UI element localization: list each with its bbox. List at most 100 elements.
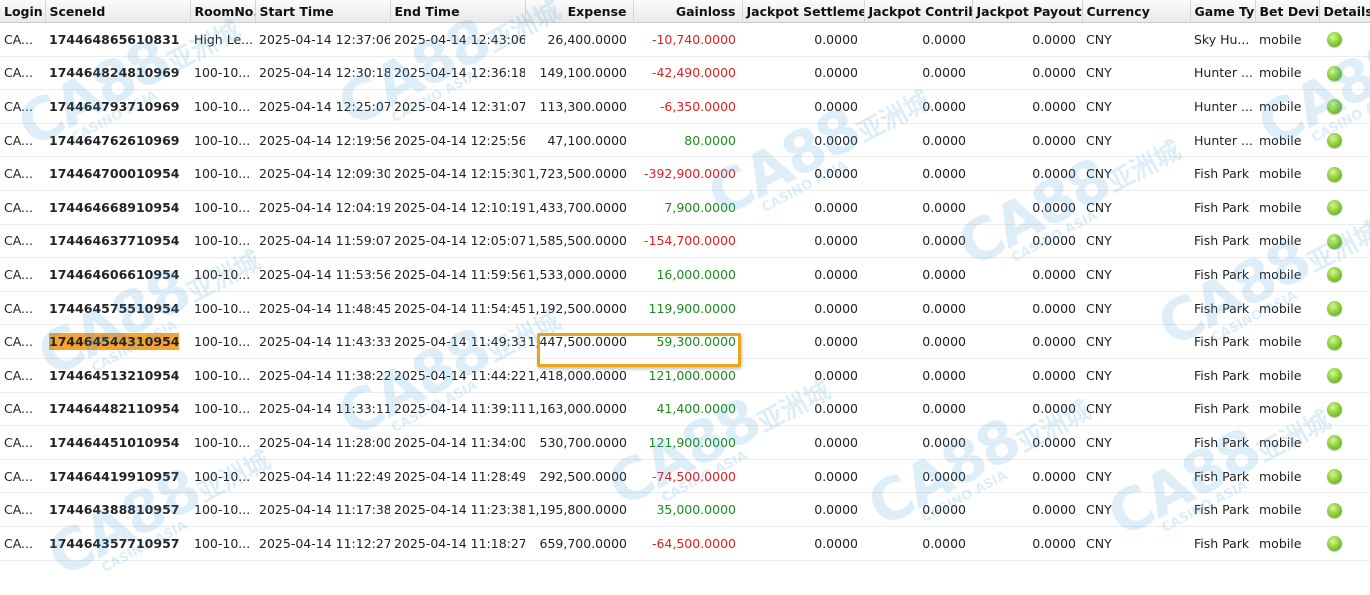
cell-details [1319, 526, 1370, 561]
table-row[interactable]: CA... 174464388810957 100-10... 2025-04-14 … [0, 492, 1370, 527]
table-row[interactable]: CA... 174464793710969 100-10... 2025-04-14 … [0, 89, 1370, 124]
col-header-gainloss[interactable]: Gainloss [633, 0, 743, 23]
table-row[interactable]: CA... 174464762610969 100-10... 2025-04-14 … [0, 123, 1370, 158]
cell-jackpot-payout: 0.0000 [972, 324, 1082, 359]
details-icon[interactable] [1327, 233, 1342, 249]
table-row[interactable]: CA... 174464575510954 100-10... 2025-04-14 … [0, 291, 1370, 326]
cell-game-type: Hunter ... [1190, 89, 1255, 124]
cell-end-time: 2025-04-14 11:18:27 [390, 526, 525, 561]
cell-expense: 1,447,500.0000 [525, 324, 633, 359]
cell-currency: CNY [1082, 89, 1190, 124]
cell-bet-device: mobile [1255, 22, 1319, 57]
cell-game-type: Fish Park [1190, 459, 1255, 494]
cell-currency: CNY [1082, 190, 1190, 225]
cell-bet-device: mobile [1255, 324, 1319, 359]
col-header-end-time[interactable]: End Time [390, 0, 526, 23]
table-row[interactable]: CA... 174464606610954 100-10... 2025-04-14 … [0, 257, 1370, 292]
cell-expense: 1,192,500.0000 [525, 291, 633, 326]
table-row[interactable]: CA... 174464544310954 100-10... 2025-04-14 … [0, 324, 1370, 359]
col-header-jackpot-settlement[interactable]: Jackpot Settlement [742, 0, 865, 23]
cell-gainloss: 7,900.0000 [633, 190, 742, 225]
details-icon[interactable] [1327, 301, 1342, 317]
cell-bet-device: mobile [1255, 123, 1319, 158]
cell-jackpot-payout: 0.0000 [972, 22, 1082, 57]
col-header-bet-device[interactable]: Bet Devic [1255, 0, 1320, 23]
details-icon[interactable] [1327, 435, 1342, 451]
cell-login: CA... [0, 459, 45, 494]
col-header-currency[interactable]: Currency [1082, 0, 1191, 23]
cell-currency: CNY [1082, 156, 1190, 191]
table-row[interactable]: CA... 174464451010954 100-10... 2025-04-14 … [0, 425, 1370, 460]
table-row[interactable]: CA... 174464824810969 100-10... 2025-04-14 … [0, 56, 1370, 91]
cell-expense: 1,195,800.0000 [525, 492, 633, 527]
table-row[interactable]: CA... 174464482110954 100-10... 2025-04-14 … [0, 392, 1370, 427]
cell-room-no: 100-10... [190, 56, 255, 91]
table-row[interactable]: CA... 174464637710954 100-10... 2025-04-14 … [0, 224, 1370, 259]
cell-details [1319, 291, 1370, 326]
details-icon[interactable] [1327, 334, 1342, 350]
table-row[interactable]: CA... 174464700010954 100-10... 2025-04-14 … [0, 156, 1370, 191]
col-header-game-type[interactable]: Game Typ [1190, 0, 1256, 23]
details-icon[interactable] [1327, 469, 1342, 485]
cell-jackpot-contribution: 0.0000 [864, 123, 972, 158]
details-icon[interactable] [1327, 267, 1342, 283]
cell-end-time: 2025-04-14 12:25:56 [390, 123, 525, 158]
cell-game-type: Hunter ... [1190, 123, 1255, 158]
cell-gainloss: -6,350.0000 [633, 89, 742, 124]
cell-jackpot-payout: 0.0000 [972, 156, 1082, 191]
cell-scene-id: 174464575510954 [45, 291, 190, 326]
cell-end-time: 2025-04-14 12:10:19 [390, 190, 525, 225]
cell-room-no: 100-10... [190, 224, 255, 259]
col-header-sceneid[interactable]: SceneId [45, 0, 191, 23]
cell-bet-device: mobile [1255, 156, 1319, 191]
col-header-login[interactable]: Login [0, 0, 46, 23]
details-icon[interactable] [1327, 502, 1342, 518]
table-row[interactable]: CA... 174464513210954 100-10... 2025-04-14 … [0, 358, 1370, 393]
cell-details [1319, 358, 1370, 393]
col-header-details[interactable]: Details [1319, 0, 1370, 23]
cell-jackpot-contribution: 0.0000 [864, 156, 972, 191]
details-icon[interactable] [1327, 32, 1342, 48]
cell-details [1319, 425, 1370, 460]
table-row[interactable]: CA... 174464668910954 100-10... 2025-04-14 … [0, 190, 1370, 225]
cell-bet-device: mobile [1255, 190, 1319, 225]
cell-jackpot-payout: 0.0000 [972, 425, 1082, 460]
details-icon[interactable] [1327, 368, 1342, 384]
details-icon[interactable] [1327, 536, 1342, 552]
cell-end-time: 2025-04-14 11:59:56 [390, 257, 525, 292]
col-header-roomno[interactable]: RoomNo... [190, 0, 256, 23]
cell-jackpot-settlement: 0.0000 [742, 224, 864, 259]
cell-expense: 530,700.0000 [525, 425, 633, 460]
details-icon[interactable] [1327, 401, 1342, 417]
cell-expense: 1,533,000.0000 [525, 257, 633, 292]
cell-game-type: Fish Park [1190, 492, 1255, 527]
col-header-jackpot-payout[interactable]: Jackpot Payout [972, 0, 1083, 23]
details-icon[interactable] [1327, 200, 1342, 216]
table-row[interactable]: CA... 174464865610831 High Le... 2025-04-14… [0, 22, 1370, 57]
cell-start-time: 2025-04-14 11:12:27 [255, 526, 390, 561]
cell-room-no: 100-10... [190, 425, 255, 460]
cell-scene-id: 174464700010954 [45, 156, 190, 191]
col-header-start-time[interactable]: Start Time [255, 0, 391, 23]
cell-jackpot-payout: 0.0000 [972, 358, 1082, 393]
cell-room-no: 100-10... [190, 459, 255, 494]
cell-expense: 149,100.0000 [525, 56, 633, 91]
details-icon[interactable] [1327, 99, 1342, 115]
table-row[interactable]: CA... 174464419910957 100-10... 2025-04-14 … [0, 459, 1370, 494]
cell-start-time: 2025-04-14 11:53:56 [255, 257, 390, 292]
details-icon[interactable] [1327, 65, 1342, 81]
cell-currency: CNY [1082, 425, 1190, 460]
cell-jackpot-settlement: 0.0000 [742, 291, 864, 326]
details-icon[interactable] [1327, 133, 1342, 149]
col-header-jackpot-contribution[interactable]: Jackpot Contribu [864, 0, 973, 23]
cell-gainloss: 121,900.0000 [633, 425, 742, 460]
cell-jackpot-payout: 0.0000 [972, 459, 1082, 494]
table-row[interactable]: CA... 174464357710957 100-10... 2025-04-14 … [0, 526, 1370, 561]
cell-room-no: 100-10... [190, 123, 255, 158]
col-header-expense[interactable]: Expense [525, 0, 634, 23]
cell-bet-device: mobile [1255, 425, 1319, 460]
cell-currency: CNY [1082, 257, 1190, 292]
cell-bet-device: mobile [1255, 459, 1319, 494]
cell-room-no: 100-10... [190, 190, 255, 225]
details-icon[interactable] [1327, 166, 1342, 182]
